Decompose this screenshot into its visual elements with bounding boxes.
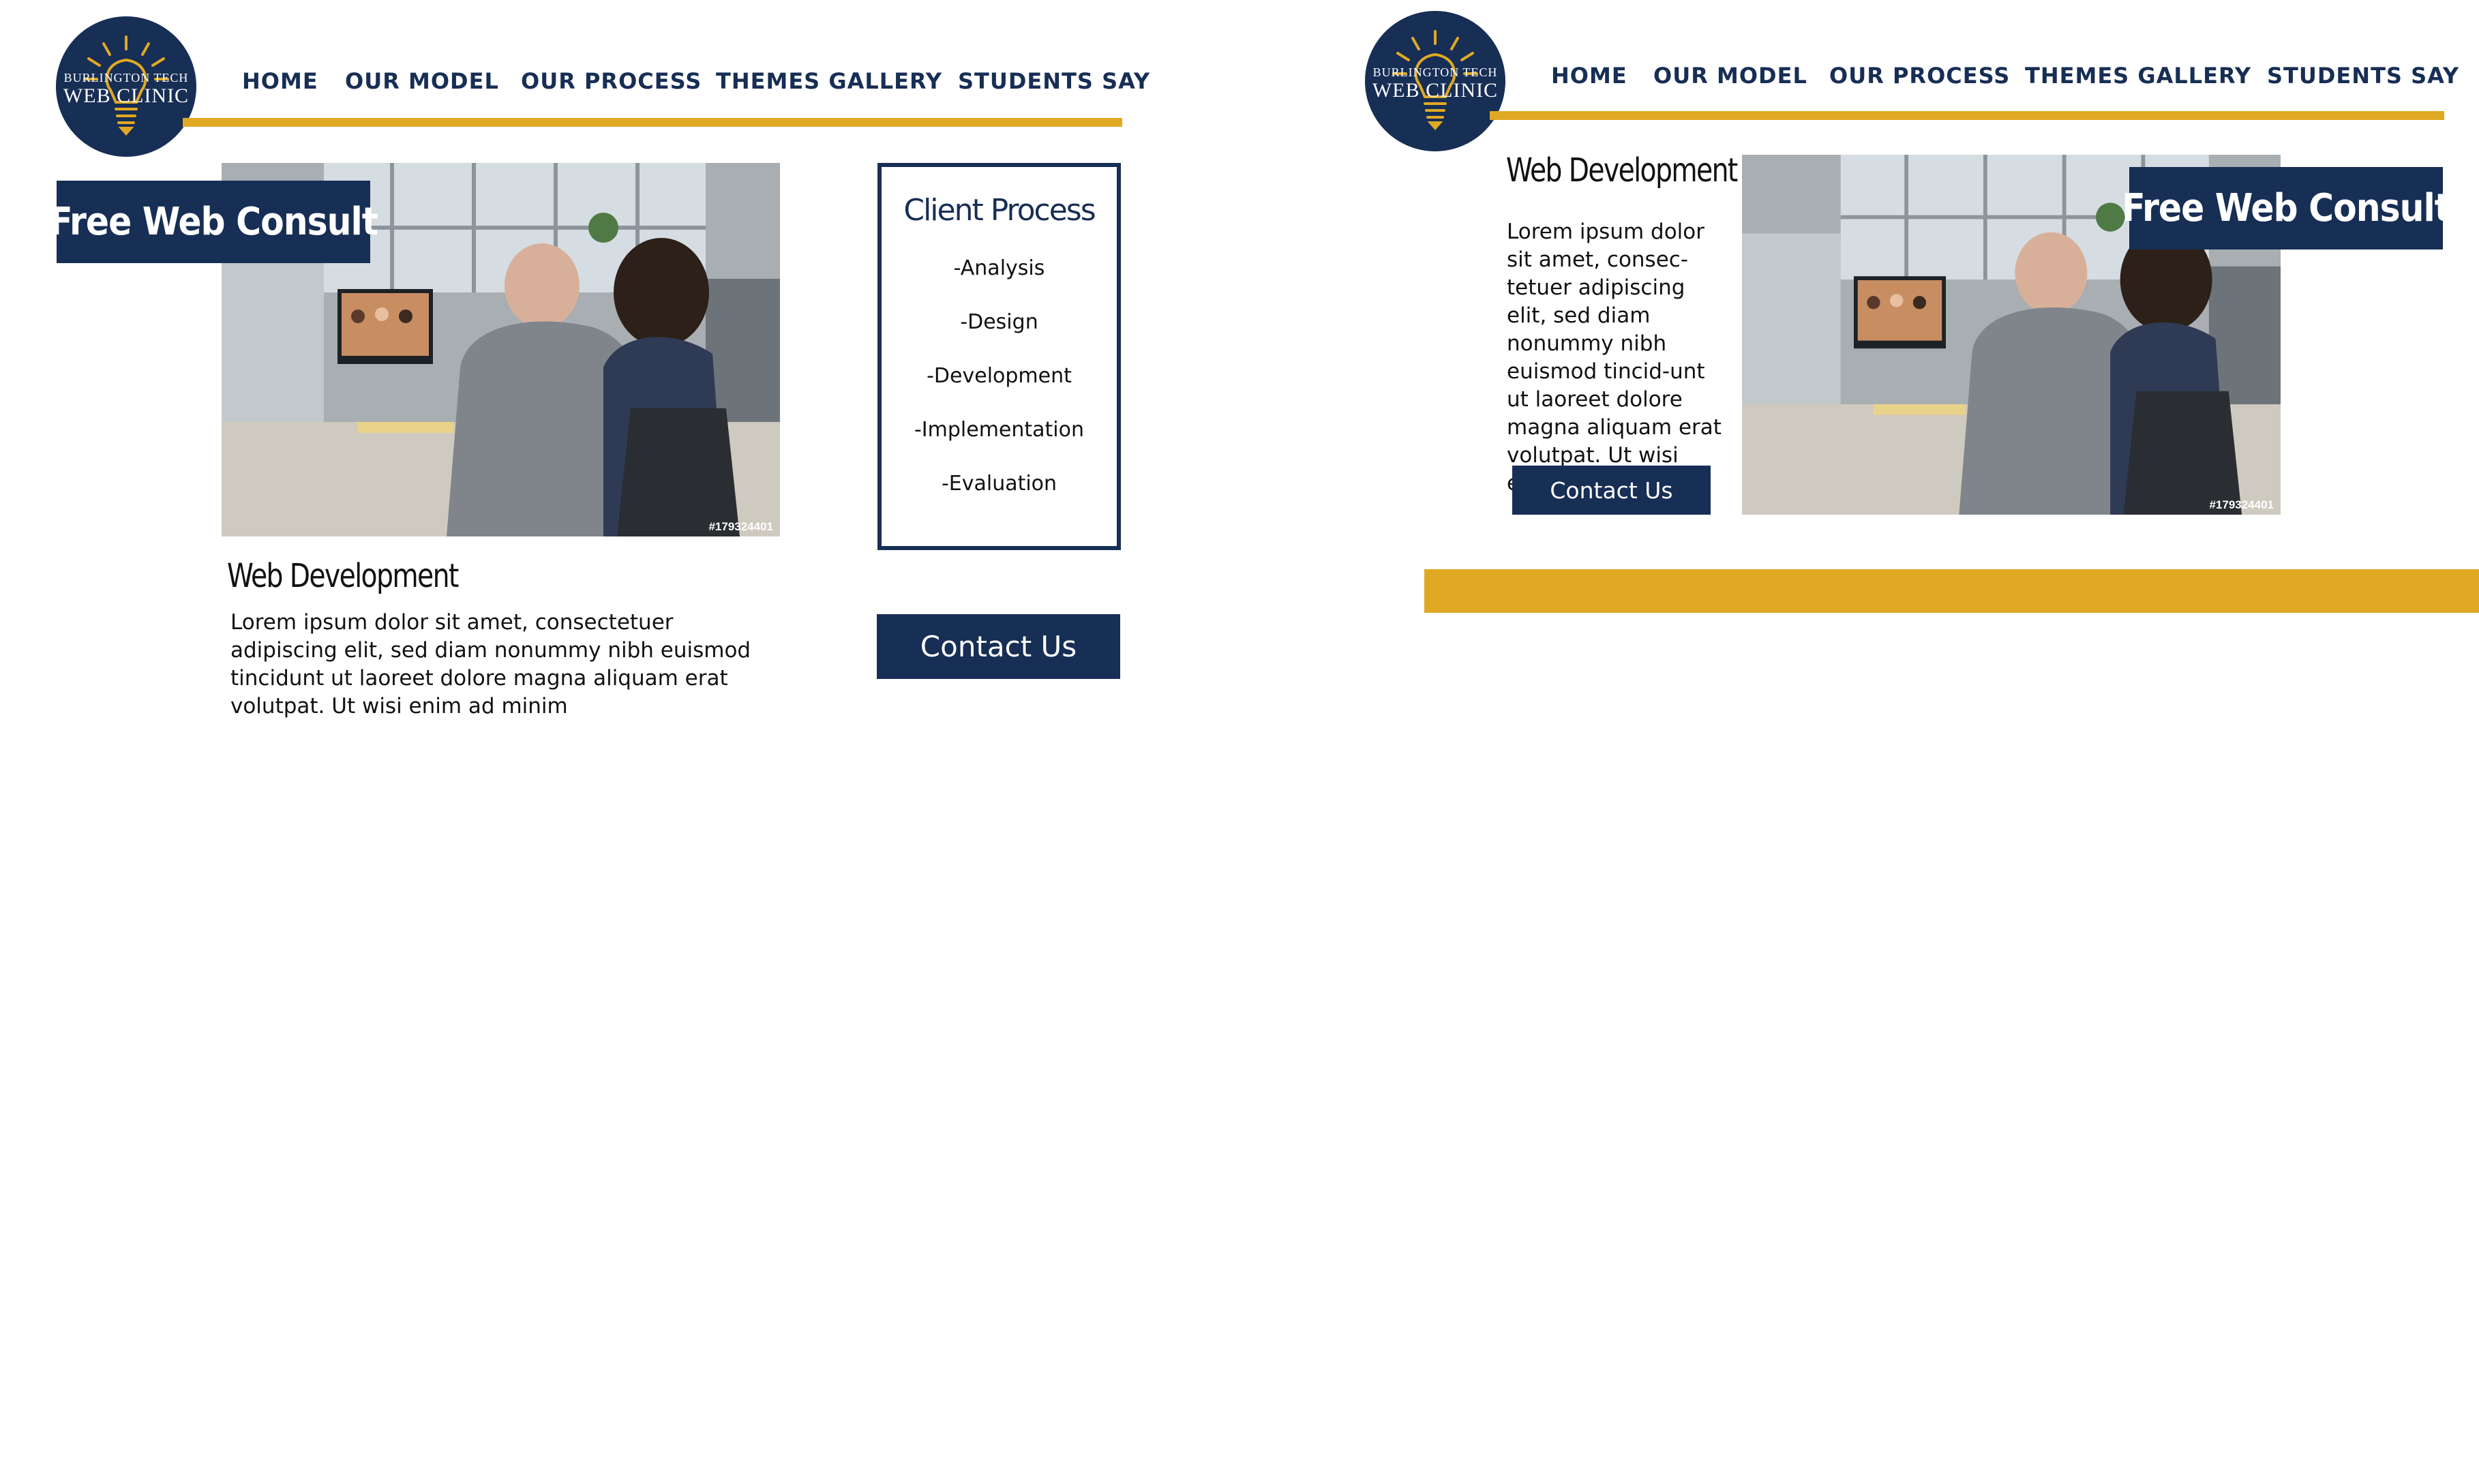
logo-text-top: BURLINGTON TECH: [1372, 65, 1498, 79]
logo-text-top: BURLINGTON TECH: [63, 71, 189, 85]
section-body: Lorem ipsum dolor sit amet, consec-tetue…: [1507, 219, 1722, 496]
process-step: -Implementation: [914, 418, 1085, 442]
nav-our-model[interactable]: OUR MODEL: [345, 68, 499, 94]
nav-home[interactable]: HOME: [1551, 63, 1627, 89]
nav-themes-gallery[interactable]: THEMES GALLERY: [716, 68, 942, 94]
contact-us-button[interactable]: Contact Us: [1512, 466, 1711, 515]
nav-our-model[interactable]: OUR MODEL: [1653, 63, 1807, 89]
section-heading: Web Development: [1506, 151, 1738, 190]
photo-id: #179324401: [2209, 498, 2274, 511]
nav-our-process[interactable]: OUR PROCESS: [1829, 63, 2010, 89]
photo-id: #179324401: [708, 520, 773, 533]
client-process-box: Client Process -Analysis -Design -Develo…: [877, 163, 1121, 550]
nav-home[interactable]: HOME: [242, 68, 318, 94]
free-consult-banner[interactable]: Free Web Consult: [2122, 167, 2451, 249]
nav-our-process[interactable]: OUR PROCESS: [521, 68, 702, 94]
logo[interactable]: BURLINGTON TECH WEB CLINIC: [56, 16, 196, 157]
process-step: -Analysis: [953, 256, 1045, 280]
logo-text-main: WEB CLINIC: [63, 85, 190, 107]
nav-underline: [1490, 111, 2444, 120]
nav-students-say[interactable]: STUDENTS SAY: [958, 68, 1150, 94]
process-title: Client Process: [903, 193, 1096, 228]
process-step: -Design: [960, 310, 1038, 334]
process-step: -Evaluation: [941, 472, 1057, 496]
free-consult-banner[interactable]: Free Web Consult: [49, 181, 378, 263]
logo-text-main: WEB CLINIC: [1372, 79, 1499, 102]
contact-us-button[interactable]: Contact Us: [877, 614, 1120, 679]
nav-themes-gallery[interactable]: THEMES GALLERY: [2025, 63, 2251, 89]
section-heading: Web Development: [227, 557, 459, 595]
logo[interactable]: BURLINGTON TECH WEB CLINIC: [1365, 11, 1505, 151]
nav-students-say[interactable]: STUDENTS SAY: [2267, 63, 2459, 89]
nav-underline: [183, 118, 1122, 127]
footer-stripe: [1424, 569, 2479, 613]
process-step: -Development: [927, 364, 1072, 388]
section-body: Lorem ipsum dolor sit amet, consectetuer…: [230, 610, 751, 718]
